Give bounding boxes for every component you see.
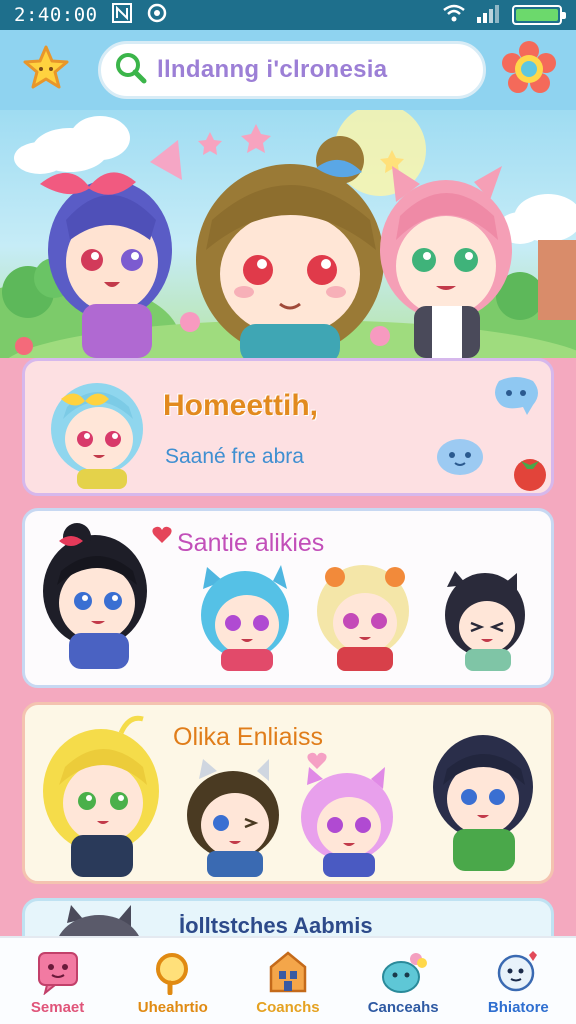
content-card[interactable]: Olika Enliaiss [22, 702, 554, 884]
app-header: llndanng i'clronesia [0, 30, 576, 110]
nav-label: Canceahs [367, 998, 439, 1016]
house-icon [269, 950, 307, 992]
status-bar: 2:40:00 [0, 0, 576, 30]
nav-item-canceahs[interactable]: Canceahs [346, 938, 461, 1024]
nav-item-semaet[interactable]: Semaet [0, 938, 115, 1024]
star-icon [21, 43, 71, 97]
tomato-icon [514, 459, 546, 491]
blob-character-icon [382, 952, 428, 993]
card-1-character-illustration [51, 383, 143, 489]
nfc-icon [111, 3, 132, 27]
flower-icon [502, 41, 556, 99]
nav-label: Semaet [30, 998, 85, 1016]
chat-face-icon [37, 951, 78, 995]
status-time: 2:40:00 [14, 4, 98, 26]
signal-icon [476, 3, 502, 27]
card-1-title: Homeettih, [163, 389, 319, 422]
blob-face-icon [437, 439, 483, 475]
ghost-face-icon [498, 950, 538, 991]
battery-icon [512, 5, 566, 25]
search-icon [155, 952, 188, 995]
nav-label: Uheahrtio [137, 998, 208, 1016]
favorites-button[interactable] [20, 44, 72, 96]
chat-bubble-icon[interactable] [491, 375, 541, 419]
featured-card[interactable]: Homeettih, Saané fre abra [22, 358, 554, 496]
hero-banner-illustration [0, 110, 576, 358]
nav-label: Coanchs [256, 998, 320, 1016]
sync-icon [146, 2, 168, 28]
search-icon [113, 50, 149, 90]
card-2-characters-illustration [43, 523, 525, 671]
nav-item-bhiatore[interactable]: Bhiatore [461, 938, 576, 1024]
search-bar[interactable]: llndanng i'clronesia [98, 41, 486, 99]
card-3-characters-illustration [43, 715, 533, 877]
nav-item-uheahrtio[interactable]: Uheahrtio [115, 938, 230, 1024]
search-input-text[interactable]: llndanng i'clronesia [157, 56, 387, 84]
content-card[interactable]: Santie alikies [22, 508, 554, 688]
card-1-subtitle: Saané fre abra [165, 445, 304, 468]
wifi-icon [442, 3, 466, 27]
bottom-navigation: Semaet Uheahrtio Coanchs Canceahs Bhiato… [0, 936, 576, 1024]
nav-label: Bhiatore [487, 998, 549, 1016]
nav-item-coanchs[interactable]: Coanchs [230, 938, 345, 1024]
menu-button[interactable] [502, 41, 556, 99]
